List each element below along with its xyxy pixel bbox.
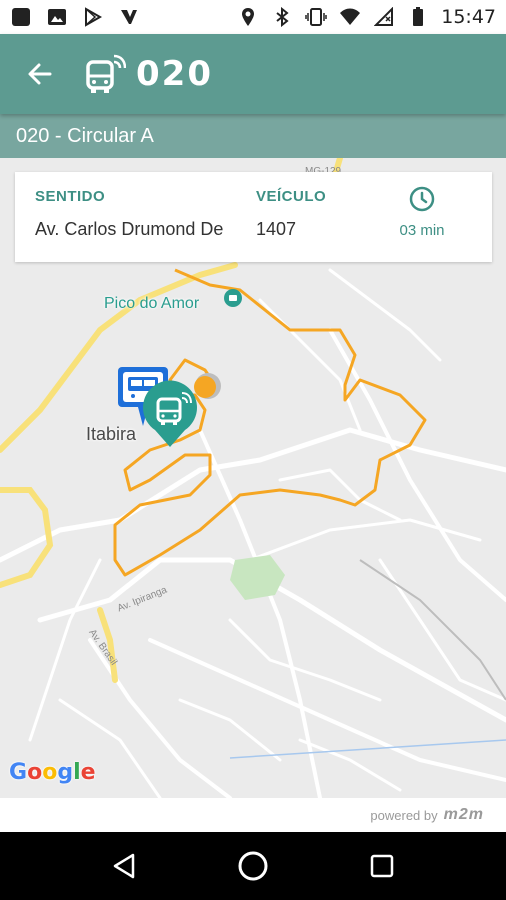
vehicle-column: VEÍCULO 1407 bbox=[256, 188, 326, 240]
nav-back-button[interactable] bbox=[104, 846, 144, 886]
bluetooth-icon bbox=[271, 6, 293, 28]
direction-value: Av. Carlos Drumond De bbox=[35, 219, 224, 239]
bus-signal-icon bbox=[82, 52, 126, 96]
back-button[interactable] bbox=[12, 46, 68, 102]
vibrate-icon bbox=[305, 6, 327, 28]
square-icon bbox=[10, 6, 32, 28]
stop-marker-icon bbox=[194, 376, 216, 398]
play-store-icon bbox=[82, 6, 104, 28]
triangle-back-icon bbox=[114, 853, 135, 879]
app-icon bbox=[118, 6, 140, 28]
battery-icon bbox=[407, 6, 429, 28]
navigation-bar bbox=[0, 832, 506, 900]
poi-label: Pico do Amor bbox=[104, 295, 200, 312]
nav-recents-button[interactable] bbox=[362, 846, 402, 886]
arrow-back-icon bbox=[28, 63, 52, 85]
powered-by-text: powered by bbox=[370, 807, 438, 823]
eta-value: 03 min bbox=[399, 222, 445, 239]
direction-column: SENTIDO Av. Carlos Drumond De bbox=[35, 188, 223, 240]
route-name-bar: 020 - Circular A bbox=[0, 114, 506, 158]
home-circle-icon bbox=[238, 851, 268, 881]
city-label: Itabira bbox=[86, 424, 137, 444]
app-bar: 020 bbox=[0, 34, 506, 114]
image-icon bbox=[46, 6, 68, 28]
clock-icon bbox=[409, 186, 435, 212]
clock: 15:47 bbox=[441, 6, 496, 28]
line-title: 020 bbox=[136, 54, 213, 94]
route-name: 020 - Circular A bbox=[16, 124, 154, 147]
brand-logo: m2m bbox=[443, 806, 484, 823]
vehicle-label: VEÍCULO bbox=[256, 188, 327, 205]
no-signal-icon bbox=[373, 6, 395, 28]
powered-by-footer: powered by m2m bbox=[0, 798, 506, 832]
time-column: 03 min bbox=[392, 186, 452, 239]
google-logo: Google bbox=[9, 760, 96, 785]
vehicle-value: 1407 bbox=[256, 219, 297, 239]
status-bar: 15:47 bbox=[0, 0, 506, 34]
location-icon bbox=[237, 6, 259, 28]
recents-square-icon bbox=[370, 854, 393, 878]
info-card: SENTIDO Av. Carlos Drumond De VEÍCULO 14… bbox=[15, 172, 492, 262]
wifi-icon bbox=[339, 6, 361, 28]
nav-home-button[interactable] bbox=[233, 846, 273, 886]
direction-label: SENTIDO bbox=[35, 188, 106, 205]
